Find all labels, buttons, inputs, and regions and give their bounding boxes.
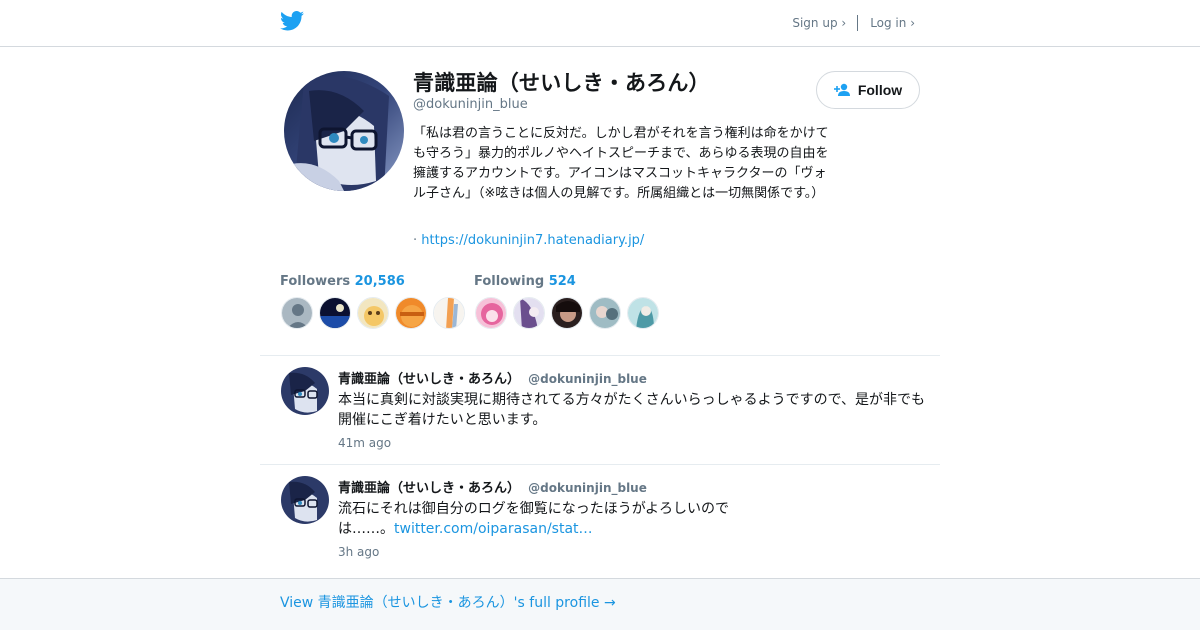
- tweet-divider: [260, 464, 940, 465]
- top-bar: Sign up › Log in ›: [0, 0, 1200, 47]
- follower-avatar[interactable]: [395, 297, 427, 329]
- follow-button[interactable]: Follow: [816, 71, 920, 109]
- following-avatar[interactable]: [513, 297, 545, 329]
- followers-label: Followers: [280, 274, 351, 289]
- following-count[interactable]: Following 524: [474, 274, 576, 289]
- profile-bio: 「私は君の言うことに反対だ。しかし君がそれを言う権利は命をかけても守ろう」暴力的…: [413, 126, 829, 201]
- follower-avatar[interactable]: [357, 297, 389, 329]
- following-number: 524: [548, 274, 576, 289]
- follower-avatar[interactable]: [281, 297, 313, 329]
- follower-avatar[interactable]: [319, 297, 351, 329]
- followers-number: 20,586: [354, 274, 405, 289]
- following-avatars: [475, 297, 659, 329]
- tweet-avatar[interactable]: [281, 476, 329, 524]
- auth-nav: Sign up › Log in ›: [792, 15, 915, 31]
- tweet-author-handle[interactable]: @dokuninjin_blue: [528, 372, 647, 386]
- profile-handle: @dokuninjin_blue: [413, 97, 528, 112]
- tweet-avatar[interactable]: [281, 367, 329, 415]
- profile-url-link[interactable]: https://dokuninjin7.hatenadiary.jp/: [421, 233, 644, 248]
- following-label: Following: [474, 274, 545, 289]
- tweet-author-name[interactable]: 青識亜論（せいしき・あろん）: [338, 372, 520, 387]
- following-avatar[interactable]: [551, 297, 583, 329]
- nav-divider: [857, 15, 859, 31]
- tweet-header: 青識亜論（せいしき・あろん） @dokuninjin_blue: [338, 477, 647, 496]
- profile-url-row: · https://dokuninjin7.hatenadiary.jp/: [413, 233, 644, 248]
- tweet-text: 本当に真剣に対談実現に期待されてる方々がたくさんいらっしゃるようですので、是が非…: [338, 392, 926, 428]
- tweet-author-handle[interactable]: @dokuninjin_blue: [528, 481, 647, 495]
- login-link[interactable]: Log in ›: [870, 16, 915, 30]
- followers-avatars: [281, 297, 465, 329]
- view-full-profile-link[interactable]: View 青識亜論（せいしき・あろん）'s full profile →: [280, 592, 616, 612]
- followers-count[interactable]: Followers 20,586: [280, 274, 405, 289]
- footer-bar: View 青識亜論（せいしき・あろん）'s full profile →: [0, 578, 1200, 630]
- tweet-author-name[interactable]: 青識亜論（せいしき・あろん）: [338, 481, 520, 496]
- profile-avatar[interactable]: [284, 71, 404, 191]
- tweet-timestamp[interactable]: 3h ago: [338, 545, 379, 559]
- following-avatar[interactable]: [627, 297, 659, 329]
- tweet-timestamp[interactable]: 41m ago: [338, 436, 391, 450]
- tweet-text: 流石にそれは御自分のログを御覧になったほうがよろしいのでは……。twitter.…: [338, 499, 738, 539]
- following-avatar[interactable]: [475, 297, 507, 329]
- tweet-link[interactable]: twitter.com/oiparasan/stat…: [394, 521, 593, 537]
- tweet-header: 青識亜論（せいしき・あろん） @dokuninjin_blue: [338, 368, 647, 387]
- follower-avatar[interactable]: [433, 297, 465, 329]
- following-avatar[interactable]: [589, 297, 621, 329]
- url-bullet: ·: [413, 233, 418, 248]
- add-user-icon: [833, 83, 850, 96]
- profile-name: 青識亜論（せいしき・あろん）: [413, 71, 710, 95]
- twitter-bird-icon[interactable]: [280, 11, 304, 31]
- follow-button-label: Follow: [857, 82, 903, 98]
- signup-link[interactable]: Sign up ›: [792, 16, 846, 30]
- section-divider: [260, 355, 940, 356]
